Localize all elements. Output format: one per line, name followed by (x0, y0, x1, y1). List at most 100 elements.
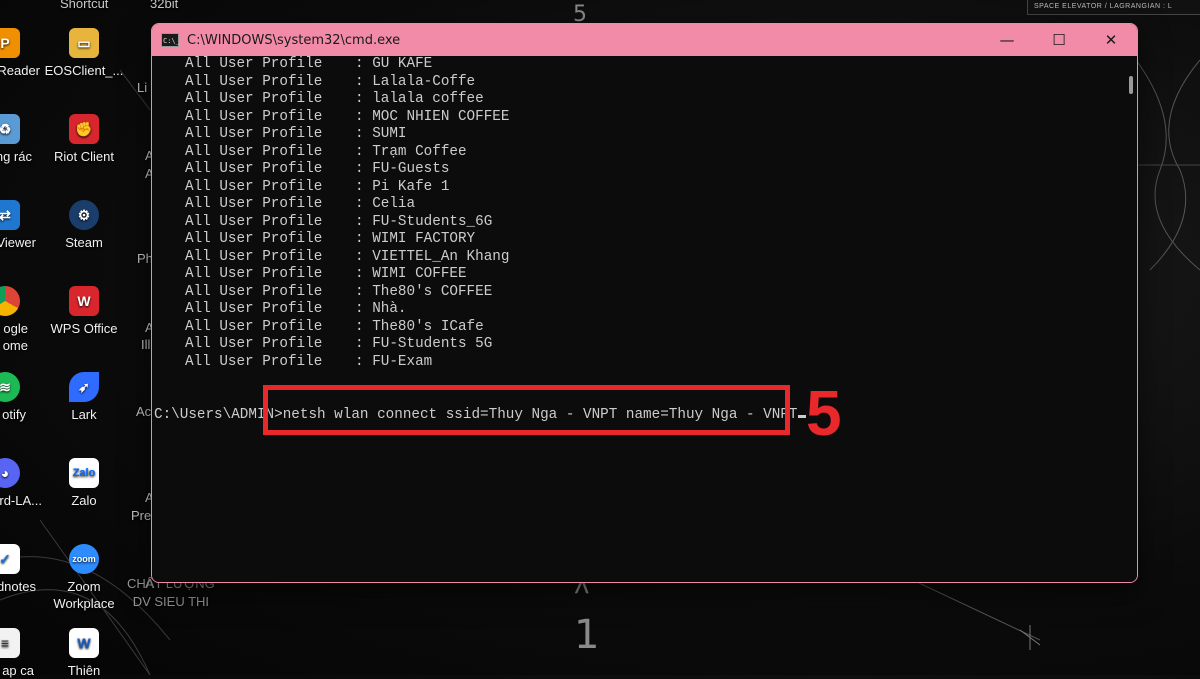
console-row-profile: All User Profile: Nhà. (185, 301, 407, 319)
console-row-profile: All User Profile: The80's COFFEE (185, 284, 492, 302)
profile-name: Celia (372, 196, 416, 212)
profile-name: VIETTEL_An Khang (372, 248, 510, 265)
profile-key: All User Profile (185, 318, 323, 335)
profile-name: FU-Exam (372, 353, 433, 370)
profile-key: All User Profile (185, 336, 323, 352)
profile-separator: : (355, 196, 364, 212)
desktop-icon-zoom-workplace[interactable]: zoom Zoom Workplace (44, 544, 124, 612)
cmd-app-icon: C:\_ (161, 33, 180, 47)
zoom-icon: zoom (69, 544, 99, 574)
profile-name: FU-Students_6G (372, 213, 493, 230)
desktop-icon-reader[interactable]: P Reader (0, 28, 40, 79)
profile-separator: : (355, 213, 364, 230)
console-row-profile: All User Profile: GU KAFE (185, 56, 432, 74)
spotify-icon: ≋ (0, 372, 20, 402)
desktop-icon-dnotes[interactable]: ✓ dnotes (0, 544, 36, 595)
desktop-icon-eosclient[interactable]: ▭ EOSClient_... (44, 28, 124, 79)
profile-key: All User Profile (185, 143, 323, 160)
profile-name: FU-Guests (372, 161, 450, 177)
profile-name: The80's COFFEE (372, 283, 493, 300)
profile-name: lalala coffee (372, 91, 484, 107)
profile-key: All User Profile (185, 231, 323, 247)
profile-key: All User Profile (185, 301, 323, 317)
desktop-icon-thien[interactable]: W Thiên (44, 628, 124, 679)
zalo-icon: Zalo (69, 458, 99, 488)
console-row-profile: All User Profile: FU-Guests (185, 161, 449, 179)
desktop-icon-discord[interactable]: ◕ rd-LA... (0, 458, 42, 509)
desktop-icon-steam[interactable]: ⚙ Steam (44, 200, 124, 251)
wallpaper-number-1: 1 (574, 612, 600, 658)
title-bar[interactable]: C:\_ C:\WINDOWS\system32\cmd.exe — ☐ ✕ (152, 24, 1137, 56)
profile-key: All User Profile (185, 283, 323, 300)
profile-separator: : (355, 283, 364, 300)
console-output[interactable]: C:\Users\ADMIN>netsh wlan connect ssid=T… (152, 56, 1123, 582)
steam-icon: ⚙ (69, 200, 99, 230)
profile-separator: : (355, 91, 364, 107)
riot-client-icon: ✊ (69, 114, 99, 144)
maximize-button[interactable]: ☐ (1033, 24, 1085, 56)
profile-key: All User Profile (185, 353, 323, 370)
console-row-profile: All User Profile: Pi Kafe 1 (185, 179, 449, 197)
profile-separator: : (355, 336, 364, 352)
console-row-profile: All User Profile: WIMI FACTORY (185, 231, 475, 249)
cmd-window[interactable]: C:\_ C:\WINDOWS\system32\cmd.exe — ☐ ✕ C… (151, 23, 1138, 583)
wallpaper-corner-label: SPACE ELEVATOR / LAGRANGIAN : L (1027, 0, 1200, 15)
profile-name: MOC NHIEN COFFEE (372, 108, 510, 125)
profile-separator: : (355, 248, 364, 265)
desktop-partial-label: Li (137, 80, 148, 95)
console-row-profile: All User Profile: WIMI COFFEE (185, 266, 467, 284)
desktop-label-shortcut: Shortcut (60, 0, 109, 11)
profile-name: Nhà. (372, 301, 407, 317)
profile-separator: : (355, 318, 364, 335)
console-row-profile: All User Profile: The80's ICafe (185, 319, 484, 337)
profile-name: The80's ICafe (372, 318, 484, 335)
minimize-button[interactable]: — (981, 24, 1033, 56)
profile-key: All User Profile (185, 108, 323, 125)
profile-key: All User Profile (185, 56, 323, 72)
desktop-icon-riot-client[interactable]: ✊ Riot Client (44, 114, 124, 165)
profile-separator: : (355, 108, 364, 125)
vertical-scrollbar[interactable] (1123, 56, 1137, 582)
desktop-partial-label: Ill (141, 337, 151, 352)
console-row-profile: All User Profile: Trạm Coffee (185, 144, 467, 162)
desktop-icon-ap-ca[interactable]: ≡ ap ca (0, 628, 34, 679)
desktop-icon-google-chrome[interactable]: ogle ome (0, 286, 28, 354)
command-highlight-box (263, 385, 790, 435)
console-row-profile: All User Profile: FU-Students_6G (185, 214, 492, 232)
desktop-icon-lark[interactable]: ➶ Lark (44, 372, 124, 423)
close-button[interactable]: ✕ (1085, 24, 1137, 56)
desktop-label-32bit: 32bit (150, 0, 179, 11)
profile-name: SUMI (372, 126, 407, 142)
profile-key: All User Profile (185, 248, 323, 265)
profile-name: WIMI FACTORY (372, 231, 476, 247)
word-doc-icon: W (69, 628, 99, 658)
desktop-partial-label: Pre (131, 508, 152, 523)
profile-key: All User Profile (185, 266, 323, 282)
profile-name: FU-Students 5G (372, 336, 493, 352)
profile-name: GU KAFE (372, 56, 433, 72)
profile-name: WIMI COFFEE (372, 266, 467, 282)
desktop-icon-wps-office[interactable]: W WPS Office (44, 286, 124, 337)
profile-separator: : (355, 266, 364, 282)
profile-key: All User Profile (185, 196, 323, 212)
console-row-profile: All User Profile: lalala coffee (185, 91, 484, 109)
desktop-icon-spotify[interactable]: ≋ otify (0, 372, 26, 423)
scrollbar-thumb[interactable] (1129, 76, 1133, 94)
profile-key: All User Profile (185, 213, 323, 230)
desktop-icon-viewer[interactable]: ⇄ Viewer (0, 200, 36, 251)
console-row-profile: All User Profile: MOC NHIEN COFFEE (185, 109, 509, 127)
console-row-profile: All User Profile: SUMI (185, 126, 407, 144)
profile-key: All User Profile (185, 91, 323, 107)
console-row-profile: All User Profile: FU-Exam (185, 354, 432, 372)
profile-separator: : (355, 73, 364, 90)
profile-name: Lalala-Coffe (372, 73, 476, 90)
chrome-icon (0, 286, 20, 316)
viewer-icon: ⇄ (0, 200, 20, 230)
notes-icon: ✓ (0, 544, 20, 574)
window-controls: — ☐ ✕ (981, 24, 1137, 56)
desktop-icon-zalo[interactable]: Zalo Zalo (44, 458, 124, 509)
desktop-icon-recycle-bin[interactable]: ♻ ng rác (0, 114, 32, 165)
folder-icon: ▭ (69, 28, 99, 58)
console-row-profile: All User Profile: VIETTEL_An Khang (185, 249, 509, 267)
profile-separator: : (355, 161, 364, 177)
